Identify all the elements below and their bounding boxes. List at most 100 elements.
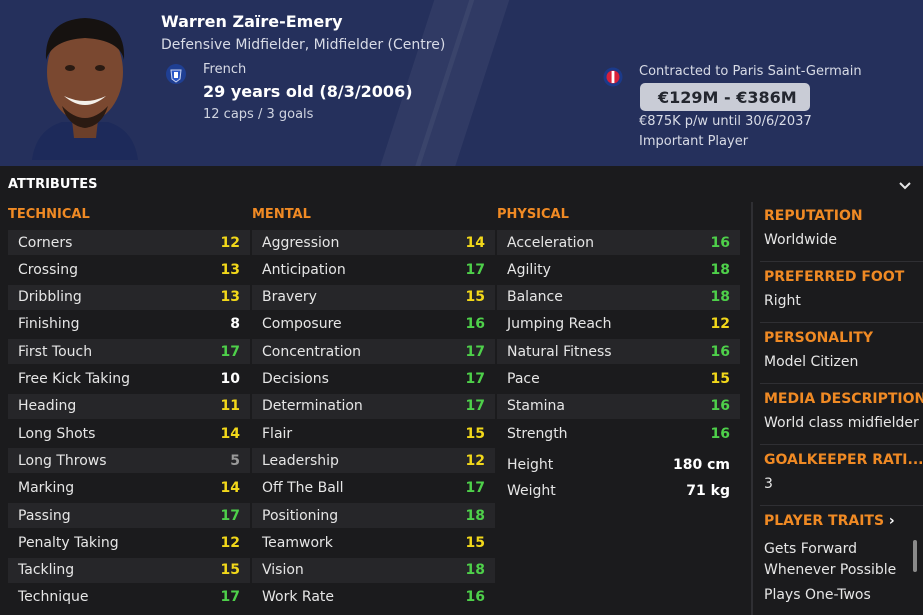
traits-scrollbar[interactable]	[913, 540, 917, 572]
attribute-label: Work Rate	[262, 589, 335, 606]
attribute-label: Crossing	[18, 261, 79, 278]
attribute-label: Flair	[262, 425, 293, 442]
attribute-value: 18	[465, 562, 485, 579]
mental-attribute-row[interactable]: Positioning 18	[252, 503, 495, 528]
mental-attribute-row[interactable]: Composure 16	[252, 312, 495, 337]
attribute-value: 16	[710, 425, 730, 442]
contract-status[interactable]: Contracted to Paris Saint-Germain	[639, 64, 862, 79]
personality-heading: PERSONALITY	[764, 330, 873, 346]
technical-attribute-row[interactable]: Corners 12	[8, 230, 250, 255]
attribute-value: 17	[220, 589, 240, 606]
technical-attribute-row[interactable]: Free Kick Taking 10	[8, 367, 250, 392]
chevron-right-icon[interactable]: ›	[889, 513, 895, 529]
mental-attribute-row[interactable]: Concentration 17	[252, 339, 495, 365]
attribute-label: Passing	[18, 507, 71, 524]
reputation-value: Worldwide	[764, 232, 837, 248]
attribute-value: 8	[230, 316, 240, 333]
technical-attribute-row[interactable]: Penalty Taking 12	[8, 530, 250, 555]
mental-attribute-row[interactable]: Anticipation 17	[252, 257, 495, 282]
mental-attribute-row[interactable]: Off The Ball 17	[252, 476, 495, 501]
attribute-value: 17	[465, 343, 485, 360]
attribute-label: Balance	[507, 289, 563, 306]
attribute-value: 17	[465, 480, 485, 497]
attribute-value: 15	[465, 289, 485, 306]
attribute-value: 15	[220, 562, 240, 579]
attribute-label: Penalty Taking	[18, 534, 119, 551]
preferred-foot-value: Right	[764, 293, 801, 309]
physical-attribute-row[interactable]: Balance 18	[497, 284, 740, 310]
physical-attribute-row[interactable]: Natural Fitness 16	[497, 339, 740, 365]
attribute-value: 15	[465, 425, 485, 442]
column-divider	[751, 202, 753, 615]
weight-label: Weight	[507, 482, 556, 499]
mental-attribute-row[interactable]: Leadership 12	[252, 448, 495, 474]
player-caps: 12 caps / 3 goals	[203, 107, 314, 122]
technical-attribute-row[interactable]: Tackling 15	[8, 557, 250, 583]
attribute-value: 13	[220, 261, 240, 278]
technical-attribute-row[interactable]: Crossing 13	[8, 257, 250, 282]
attribute-label: Concentration	[262, 343, 362, 360]
attribute-label: Strength	[507, 425, 568, 442]
attribute-label: Acceleration	[507, 234, 594, 251]
attribute-value: 12	[220, 234, 240, 251]
attributes-title: ATTRIBUTES	[8, 177, 98, 192]
weight-row: Weight 71 kg	[497, 478, 740, 503]
info-separator	[760, 505, 923, 506]
attribute-value: 15	[465, 534, 485, 551]
mental-attribute-row[interactable]: Bravery 15	[252, 284, 495, 310]
technical-attribute-row[interactable]: First Touch 17	[8, 339, 250, 365]
physical-attribute-row[interactable]: Strength 16	[497, 421, 740, 446]
physical-attribute-row[interactable]: Stamina 16	[497, 393, 740, 419]
technical-attribute-row[interactable]: Technique 17	[8, 585, 250, 610]
player-position: Defensive Midfielder, Midfielder (Centre…	[161, 37, 446, 53]
player-traits-label[interactable]: PLAYER TRAITS	[764, 513, 884, 529]
technical-attribute-row[interactable]: Long Throws 5	[8, 448, 250, 474]
technical-attribute-row[interactable]: Finishing 8	[8, 312, 250, 337]
technical-attribute-row[interactable]: Marking 14	[8, 476, 250, 501]
player-age: 29 years old (8/3/2006)	[203, 82, 413, 101]
goalkeeper-rating-value: 3	[764, 476, 773, 492]
physical-attribute-row[interactable]: Jumping Reach 12	[497, 312, 740, 337]
attribute-value: 18	[465, 507, 485, 524]
attribute-label: First Touch	[18, 343, 93, 360]
mental-attribute-row[interactable]: Flair 15	[252, 421, 495, 446]
attribute-label: Decisions	[262, 371, 329, 387]
player-traits-heading[interactable]: PLAYER TRAITS ›	[764, 513, 895, 529]
info-separator	[760, 322, 923, 323]
mental-attribute-row[interactable]: Work Rate 16	[252, 585, 495, 610]
technical-attribute-row[interactable]: Long Shots 14	[8, 421, 250, 446]
mental-attribute-row[interactable]: Determination 17	[252, 393, 495, 419]
physical-attribute-row[interactable]: Acceleration 16	[497, 230, 740, 255]
height-value: 180 cm	[673, 456, 730, 473]
attribute-value: 16	[710, 234, 730, 251]
attribute-value: 16	[710, 398, 730, 415]
attribute-label: Agility	[507, 261, 551, 278]
psg-club-badge-icon[interactable]	[603, 67, 623, 87]
mental-attribute-row[interactable]: Vision 18	[252, 557, 495, 583]
height-row: Height 180 cm	[497, 452, 740, 477]
transfer-value[interactable]: €129M - €386M	[640, 83, 810, 111]
physical-attribute-row[interactable]: Pace 15	[497, 367, 740, 392]
france-federation-badge-icon[interactable]	[165, 62, 187, 86]
player-nationality[interactable]: French	[203, 62, 246, 77]
attribute-label: Natural Fitness	[507, 343, 612, 360]
personality-value: Model Citizen	[764, 354, 859, 370]
player-name: Warren Zaïre-Emery	[161, 12, 343, 31]
mental-attribute-row[interactable]: Decisions 17	[252, 367, 495, 392]
mental-attribute-row[interactable]: Teamwork 15	[252, 530, 495, 555]
attribute-label: Leadership	[262, 452, 339, 469]
attribute-label: Positioning	[262, 507, 339, 524]
attribute-label: Corners	[18, 234, 73, 251]
technical-heading: TECHNICAL	[8, 207, 90, 222]
mental-attribute-row[interactable]: Aggression 14	[252, 230, 495, 255]
technical-attribute-row[interactable]: Dribbling 13	[8, 284, 250, 310]
technical-attribute-row[interactable]: Passing 17	[8, 503, 250, 528]
chevron-down-icon[interactable]	[897, 178, 913, 194]
attribute-label: Finishing	[18, 316, 80, 333]
attribute-value: 17	[220, 507, 240, 524]
technical-attribute-row[interactable]: Heading 11	[8, 393, 250, 419]
attribute-value: 14	[465, 234, 485, 251]
physical-attribute-row[interactable]: Agility 18	[497, 257, 740, 282]
media-description-heading: MEDIA DESCRIPTION	[764, 391, 923, 407]
mental-heading: MENTAL	[252, 207, 311, 222]
